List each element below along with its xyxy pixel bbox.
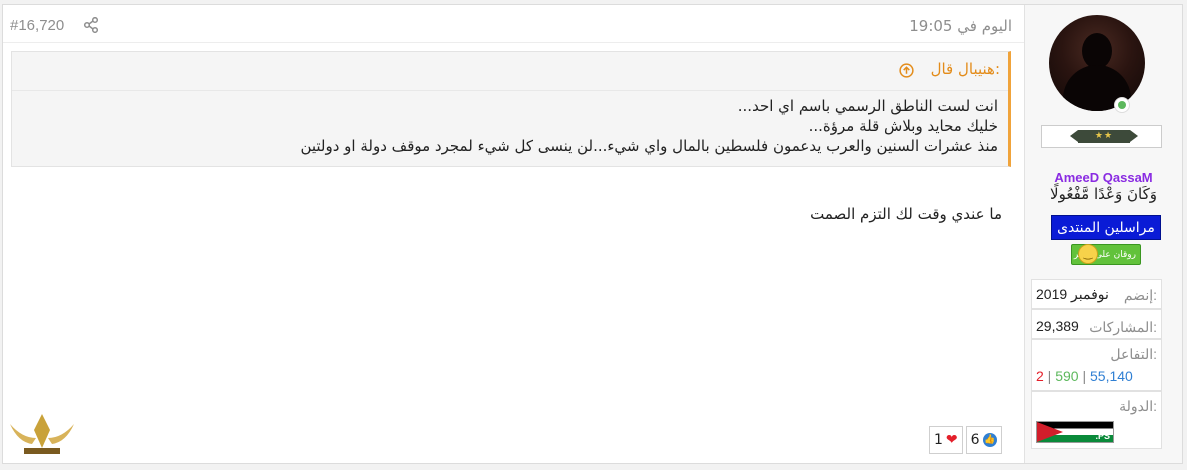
thumbs-up-icon: 👍 <box>982 433 997 447</box>
rank-stars: ★★ <box>1070 130 1138 143</box>
reactions-green-value: 590 <box>1055 368 1079 384</box>
joined-value: نوفمبر 2019 <box>1036 286 1109 302</box>
like-count: 6 <box>970 432 980 448</box>
smiley-icon: ‿ <box>1078 244 1098 264</box>
reactions-stat-row: التفاعل: 2 | 590 | 55,140 <box>1031 339 1162 391</box>
post-date[interactable]: اليوم في 19:05 <box>909 17 1012 35</box>
user-panel: ★★ AmeeD QassaM وَكَانَ وَعْدًا مَّفْعُو… <box>1024 5 1182 463</box>
go-to-quote-icon[interactable] <box>899 63 914 78</box>
quote-line: انت لست الناطق الرسمي باسم اي احد... <box>737 97 998 115</box>
user-banner: مراسلين المنتدى <box>1051 215 1161 240</box>
reactions-values: 2 | 590 | 55,140 <box>1036 368 1133 384</box>
reactions-blue-value: 55,140 <box>1090 368 1133 384</box>
heart-icon: ❤ <box>945 432 958 448</box>
forum-logo <box>6 408 78 466</box>
quote-block: هنيبال قال: انت لست الناطق الرسمي باسم ا… <box>11 51 1011 167</box>
posts-row: المشاركات: 29,389 <box>1031 309 1162 339</box>
avatar[interactable] <box>1049 15 1145 111</box>
username-link[interactable]: AmeeD QassaM <box>1025 170 1182 185</box>
reactions-bar: 1 ❤ 6 👍 <box>929 426 1005 454</box>
like-reaction[interactable]: 6 👍 <box>965 426 1002 454</box>
quote-body: انت لست الناطق الرسمي باسم اي احد... خلي… <box>12 90 1008 156</box>
rank-badge: ★★ <box>1041 125 1162 148</box>
reactions-red-value: 2 <box>1036 368 1044 384</box>
joined-label: إنضم: <box>1123 287 1157 303</box>
user-title: وَكَانَ وَعْدًا مَّفْعُولًا <box>1050 185 1157 203</box>
post-container: #16,720 اليوم في 19:05 هنيبال قال: انت ل… <box>2 4 1183 464</box>
quote-author[interactable]: هنيبال قال: <box>931 60 1000 78</box>
posts-value[interactable]: 29,389 <box>1036 318 1079 334</box>
post-message: ما عندي وقت لك التزم الصمت <box>810 205 1002 223</box>
love-reaction[interactable]: 1 ❤ <box>929 426 963 454</box>
posts-label: المشاركات: <box>1089 319 1157 335</box>
online-status-icon <box>1114 97 1130 113</box>
country-label: الدولة: <box>1119 398 1157 414</box>
quote-line: خليك محايد وبلاش قلة مرؤة... <box>808 117 998 135</box>
share-icon[interactable] <box>83 16 101 35</box>
love-count: 1 <box>934 432 943 448</box>
country-row: الدولة: .PS <box>1031 391 1162 449</box>
palestine-flag-icon: .PS <box>1036 421 1114 443</box>
joined-row: إنضم: نوفمبر 2019 <box>1031 279 1162 309</box>
mood-badge: ‿ روقان على الاخر <box>1071 244 1141 265</box>
reactions-label: التفاعل: <box>1110 346 1157 362</box>
post-number-link[interactable]: #16,720 <box>10 17 64 34</box>
quote-line: منذ عشرات السنين والعرب يدعمون فلسطين با… <box>300 137 998 155</box>
post-header: #16,720 اليوم في 19:05 <box>3 5 1024 43</box>
flag-code: .PS <box>1095 431 1110 441</box>
